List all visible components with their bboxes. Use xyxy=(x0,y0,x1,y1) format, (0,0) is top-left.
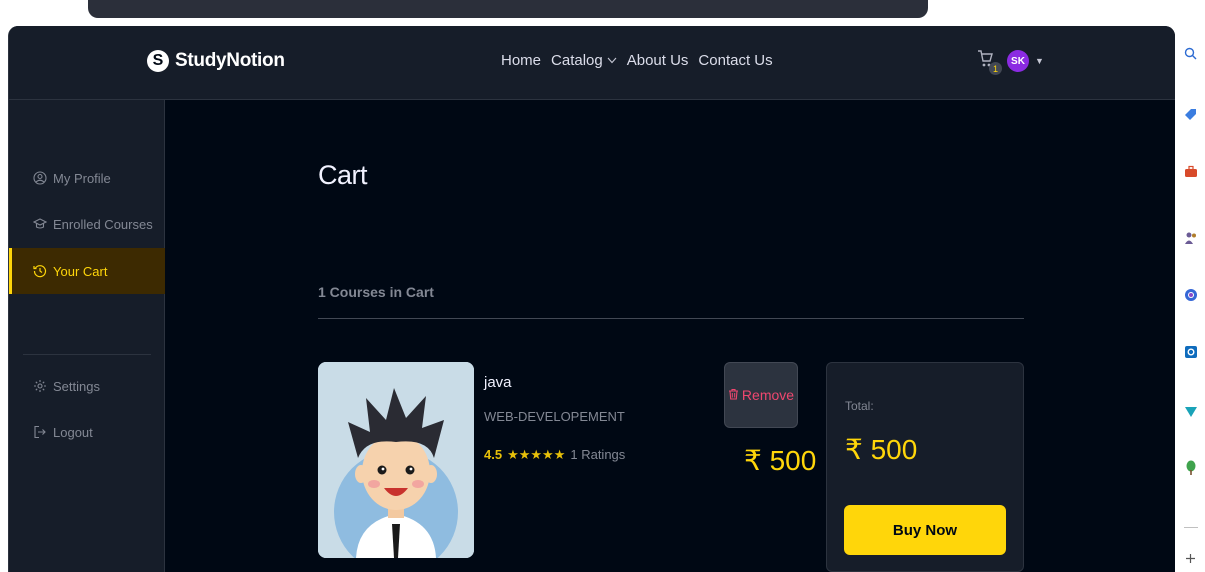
nav-link-label: Catalog xyxy=(551,52,603,69)
star-icon: ★ xyxy=(530,447,543,462)
graduation-cap-icon xyxy=(33,217,47,231)
sidebar-item-label: Your Cart xyxy=(53,263,108,279)
rating-value: 4.5 xyxy=(484,447,503,462)
nav-link-label: About Us xyxy=(626,52,689,69)
app-window: S StudyNotion Home Catalog About Us Cont… xyxy=(8,26,1175,572)
rating-stars: ★ ★ ★ ★ ★ xyxy=(507,448,565,461)
send-icon[interactable] xyxy=(1183,404,1198,419)
course-category: WEB-DEVELOPEMENT xyxy=(484,409,625,424)
sidebar-item-settings[interactable]: Settings xyxy=(9,363,165,409)
course-rating: 4.5 ★ ★ ★ ★ ★ 1 Ratings xyxy=(484,447,625,462)
caret-down-icon[interactable]: ▼ xyxy=(1035,56,1044,66)
star-icon: ★ xyxy=(553,447,566,462)
course-name: java xyxy=(484,374,512,391)
sidebar-divider xyxy=(23,354,151,355)
total-label: Total: xyxy=(845,399,874,413)
nav-link-label: Contact Us xyxy=(698,52,773,69)
divider-line xyxy=(1183,520,1198,535)
total-amount: ₹ 500 xyxy=(845,434,918,465)
chevron-down-icon xyxy=(607,55,617,67)
people-icon[interactable] xyxy=(1183,230,1198,245)
avatar[interactable]: SK xyxy=(1007,50,1029,72)
tag-icon[interactable] xyxy=(1183,107,1198,122)
sidebar-item-logout[interactable]: Logout xyxy=(9,409,165,455)
cart-summary: Total: ₹ 500 Buy Now xyxy=(826,362,1024,572)
trash-icon xyxy=(728,387,739,403)
user-circle-icon xyxy=(33,171,47,185)
sidebar-item-your-cart[interactable]: Your Cart xyxy=(9,248,165,294)
remove-button[interactable]: Remove xyxy=(724,362,798,428)
star-icon: ★ xyxy=(507,447,519,462)
nav-links: Home Catalog About Us Contact Us xyxy=(501,52,773,69)
nav-link-contact[interactable]: Contact Us xyxy=(698,52,772,69)
nav-link-label: Home xyxy=(501,52,542,69)
sidebar-item-label: Settings xyxy=(53,378,100,394)
star-icon: ★ xyxy=(518,447,531,462)
nav-user-area: 1 SK ▼ xyxy=(977,48,1044,75)
top-navbar: S StudyNotion Home Catalog About Us Cont… xyxy=(9,26,1175,100)
outlook-icon[interactable] xyxy=(1183,344,1198,359)
briefcase-icon[interactable] xyxy=(1183,164,1198,179)
remove-label: Remove xyxy=(741,387,795,403)
sidebar-item-label: Logout xyxy=(53,424,93,440)
nav-link-home[interactable]: Home xyxy=(501,52,541,69)
nav-link-catalog[interactable]: Catalog xyxy=(551,52,617,69)
sidebar-item-enrolled-courses[interactable]: Enrolled Courses xyxy=(9,201,165,247)
sidebar: My Profile Enrolled Courses Your Cart Se… xyxy=(9,100,165,572)
course-price: ₹ 500 xyxy=(744,445,817,476)
course-count-label: 1 Courses in Cart xyxy=(318,284,434,300)
tree-icon[interactable] xyxy=(1183,460,1198,475)
buy-now-button[interactable]: Buy Now xyxy=(844,505,1006,555)
logout-icon xyxy=(33,425,47,439)
sidebar-item-label: My Profile xyxy=(53,170,111,186)
browser-side-strip xyxy=(1175,0,1205,572)
sidebar-item-my-profile[interactable]: My Profile xyxy=(9,155,165,201)
page-title: Cart xyxy=(318,160,368,190)
search-icon[interactable] xyxy=(1183,46,1198,61)
sidebar-item-label: Enrolled Courses xyxy=(53,216,153,232)
course-thumbnail xyxy=(318,362,474,558)
rating-count: 1 Ratings xyxy=(570,447,626,462)
add-icon[interactable] xyxy=(1183,551,1198,566)
course-thumbnail-illustration xyxy=(318,362,474,558)
nav-link-about[interactable]: About Us xyxy=(627,52,689,69)
cart-count-badge: 1 xyxy=(989,62,1002,75)
logo-text: StudyNotion xyxy=(175,50,285,71)
course-count-divider xyxy=(318,318,1024,319)
gear-icon xyxy=(33,379,47,393)
copilot-icon[interactable] xyxy=(1183,287,1198,302)
cart-button[interactable]: 1 xyxy=(977,48,1002,75)
history-icon xyxy=(33,264,47,278)
browser-tab-strip xyxy=(88,0,928,18)
star-icon: ★ xyxy=(542,447,554,462)
logo[interactable]: S StudyNotion xyxy=(147,50,285,72)
logo-mark-icon: S xyxy=(147,50,169,72)
